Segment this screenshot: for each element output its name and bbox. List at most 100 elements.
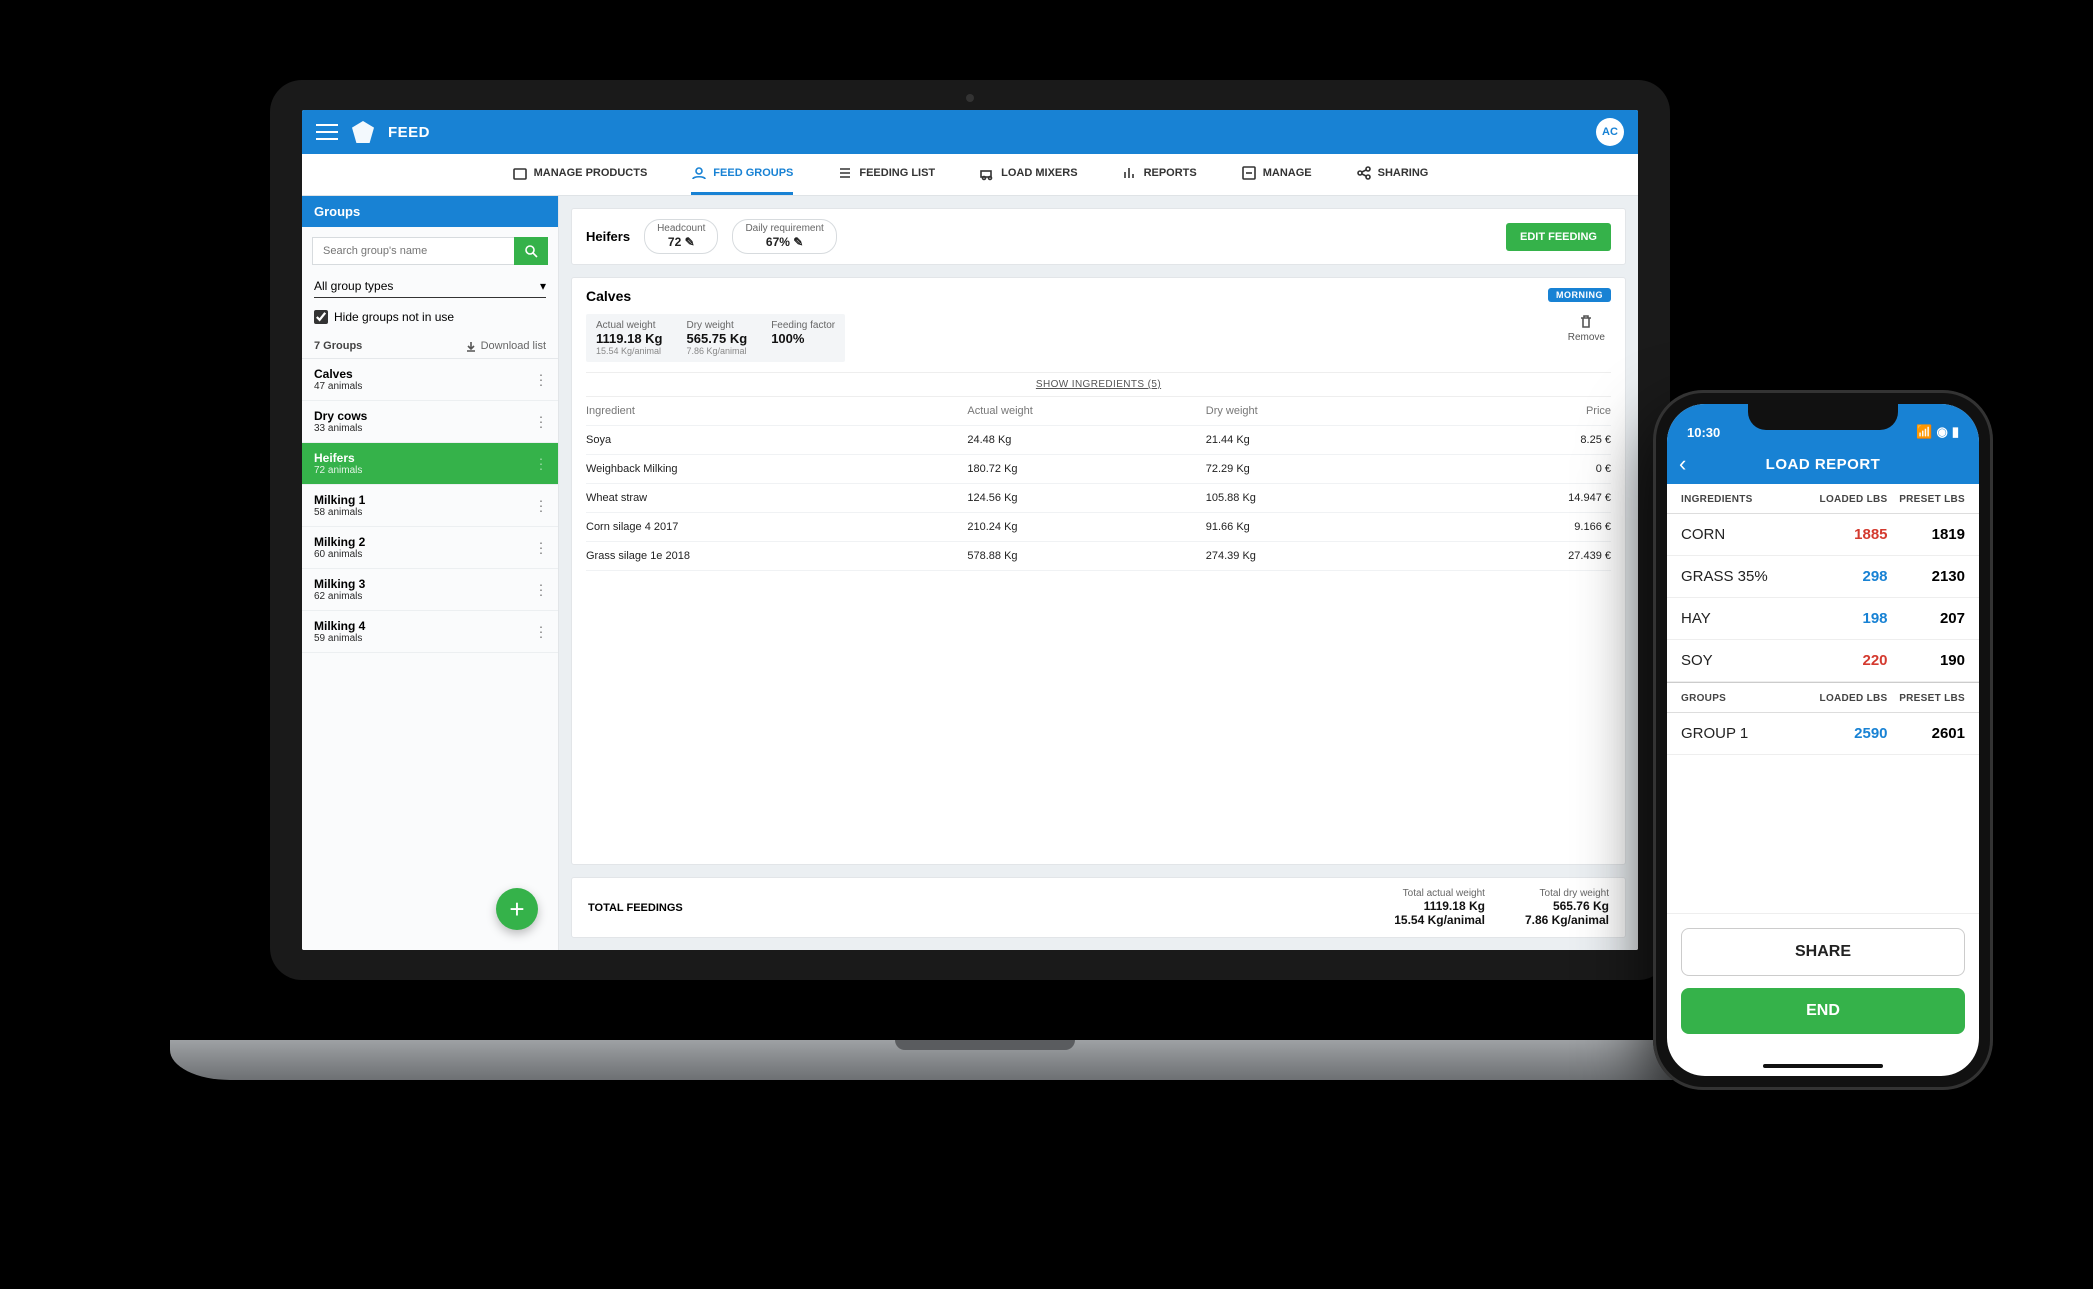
sidebar-search	[312, 237, 548, 265]
more-icon[interactable]: ⋮	[534, 539, 548, 556]
group-item[interactable]: Milking 260 animals⋮	[302, 527, 558, 569]
group-sub: 33 animals	[314, 423, 546, 434]
group-item[interactable]: Calves47 animals⋮	[302, 359, 558, 401]
phone-row[interactable]: SOY220190	[1667, 640, 1979, 682]
footer-dry-value: 565.76 Kg	[1525, 899, 1609, 913]
ph-name: SOY	[1681, 652, 1810, 669]
group-item[interactable]: Milking 158 animals⋮	[302, 485, 558, 527]
group-name: Heifers	[314, 451, 546, 465]
tab-label: MANAGE	[1263, 167, 1312, 179]
headcount-label: Headcount	[657, 223, 705, 235]
group-summary-card: Heifers Headcount 72 ✎ Daily requirement…	[571, 208, 1626, 265]
feeding-card: Calves MORNING Actual weight 1119.18 Kg …	[571, 277, 1626, 865]
hide-checkbox[interactable]	[314, 310, 328, 324]
brand-logo	[352, 121, 374, 143]
add-group-button[interactable]: +	[496, 888, 538, 930]
ingredient-row[interactable]: Corn silage 4 2017210.24 Kg91.66 Kg9.166…	[586, 513, 1611, 542]
phone-device: 10:30 📶 ◉ ▮ ‹ LOAD REPORT INGREDIENTS LO…	[1653, 390, 1993, 1090]
ingredient-row[interactable]: Weighback Milking180.72 Kg72.29 Kg0 €	[586, 455, 1611, 484]
more-icon[interactable]: ⋮	[534, 413, 548, 430]
filter-label: All group types	[314, 279, 393, 293]
show-ingredients-toggle[interactable]: SHOW INGREDIENTS (5)	[586, 372, 1611, 397]
ph-name: GRASS 35%	[1681, 568, 1810, 585]
phone-notch	[1748, 404, 1898, 430]
group-name: Milking 4	[314, 619, 546, 633]
group-sub: 62 animals	[314, 591, 546, 602]
ph-loaded: 1885	[1810, 526, 1887, 543]
search-icon	[523, 243, 539, 259]
tab-reports[interactable]: REPORTS	[1122, 154, 1197, 195]
feeding-stats: Actual weight 1119.18 Kg 15.54 Kg/animal…	[586, 314, 845, 362]
more-icon[interactable]: ⋮	[534, 623, 548, 640]
group-item[interactable]: Dry cows33 animals⋮	[302, 401, 558, 443]
tab-feeding-list[interactable]: FEEDING LIST	[837, 154, 935, 195]
group-sub: 59 animals	[314, 633, 546, 644]
ph-name: HAY	[1681, 610, 1810, 627]
avatar[interactable]: AC	[1596, 118, 1624, 146]
phone-row[interactable]: HAY198207	[1667, 598, 1979, 640]
ingredient-row[interactable]: Soya24.48 Kg21.44 Kg8.25 €	[586, 426, 1611, 455]
phone-screen: 10:30 📶 ◉ ▮ ‹ LOAD REPORT INGREDIENTS LO…	[1667, 404, 1979, 1076]
group-item[interactable]: Milking 459 animals⋮	[302, 611, 558, 653]
group-type-filter[interactable]: All group types ▾	[314, 275, 546, 298]
ph-name: CORN	[1681, 526, 1810, 543]
group-item[interactable]: Heifers72 animals⋮	[302, 443, 558, 485]
groups-icon	[691, 165, 707, 181]
ing-dry: 105.88 Kg	[1206, 492, 1444, 504]
group-name: Milking 3	[314, 577, 546, 591]
search-input[interactable]	[312, 237, 514, 265]
headcount-pill[interactable]: Headcount 72 ✎	[644, 219, 718, 254]
share-button[interactable]: SHARE	[1681, 928, 1965, 976]
ph-col-preset: PRESET LBS	[1888, 494, 1965, 505]
stat-label: Feeding factor	[771, 320, 835, 331]
phone-row[interactable]: CORN18851819	[1667, 514, 1979, 556]
tab-manage[interactable]: MANAGE	[1241, 154, 1312, 195]
phone-table: INGREDIENTS LOADED LBS PRESET LBS CORN18…	[1667, 484, 1979, 913]
ing-price: 14.947 €	[1444, 492, 1611, 504]
share-icon	[1356, 165, 1372, 181]
group-sub: 47 animals	[314, 381, 546, 392]
tab-feed-groups[interactable]: FEED GROUPS	[691, 154, 793, 195]
more-icon[interactable]: ⋮	[534, 455, 548, 472]
edit-feeding-button[interactable]: EDIT FEEDING	[1506, 223, 1611, 251]
back-button[interactable]: ‹	[1679, 451, 1686, 477]
phone-row[interactable]: GROUP 125902601	[1667, 713, 1979, 755]
ing-name: Soya	[586, 434, 967, 446]
stat-label: Dry weight	[687, 320, 734, 331]
stat-value: 100%	[771, 331, 835, 346]
ing-actual: 24.48 Kg	[967, 434, 1205, 446]
more-icon[interactable]: ⋮	[534, 581, 548, 598]
hide-groups-checkbox[interactable]: Hide groups not in use	[314, 310, 546, 324]
chevron-down-icon: ▾	[540, 279, 546, 293]
more-icon[interactable]: ⋮	[534, 371, 548, 388]
main-content: Heifers Headcount 72 ✎ Daily requirement…	[559, 196, 1638, 950]
remove-feeding-button[interactable]: Remove	[1568, 314, 1611, 343]
app-title: FEED	[388, 124, 430, 141]
download-list-button[interactable]: Download list	[465, 340, 546, 352]
end-button[interactable]: END	[1681, 988, 1965, 1034]
ingredient-row[interactable]: Grass silage 1e 2018578.88 Kg274.39 Kg27…	[586, 542, 1611, 571]
search-button[interactable]	[514, 237, 548, 265]
status-time: 10:30	[1687, 425, 1720, 440]
daily-requirement-pill[interactable]: Daily requirement 67% ✎	[732, 219, 836, 254]
phone-row[interactable]: GRASS 35%2982130	[1667, 556, 1979, 598]
reports-icon	[1122, 165, 1138, 181]
tab-sharing[interactable]: SHARING	[1356, 154, 1429, 195]
menu-icon[interactable]	[316, 124, 338, 140]
tab-manage-products[interactable]: MANAGE PRODUCTS	[512, 154, 648, 195]
group-item[interactable]: Milking 362 animals⋮	[302, 569, 558, 611]
more-icon[interactable]: ⋮	[534, 497, 548, 514]
ph-col-loaded: LOADED LBS	[1810, 494, 1887, 505]
ph-loaded: 298	[1810, 568, 1887, 585]
group-sub: 58 animals	[314, 507, 546, 518]
tab-load-mixers[interactable]: LOAD MIXERS	[979, 154, 1077, 195]
sidebar: Groups All group types ▾ Hide groups not…	[302, 196, 559, 950]
group-count: 7 Groups	[314, 340, 362, 352]
ing-price: 0 €	[1444, 463, 1611, 475]
ing-price: 9.166 €	[1444, 521, 1611, 533]
stat-sub: 15.54 Kg/animal	[596, 346, 663, 356]
home-indicator[interactable]	[1763, 1064, 1883, 1068]
ingredient-row[interactable]: Wheat straw124.56 Kg105.88 Kg14.947 €	[586, 484, 1611, 513]
stat-value: 565.75 Kg	[687, 331, 748, 346]
group-name: Dry cows	[314, 409, 546, 423]
